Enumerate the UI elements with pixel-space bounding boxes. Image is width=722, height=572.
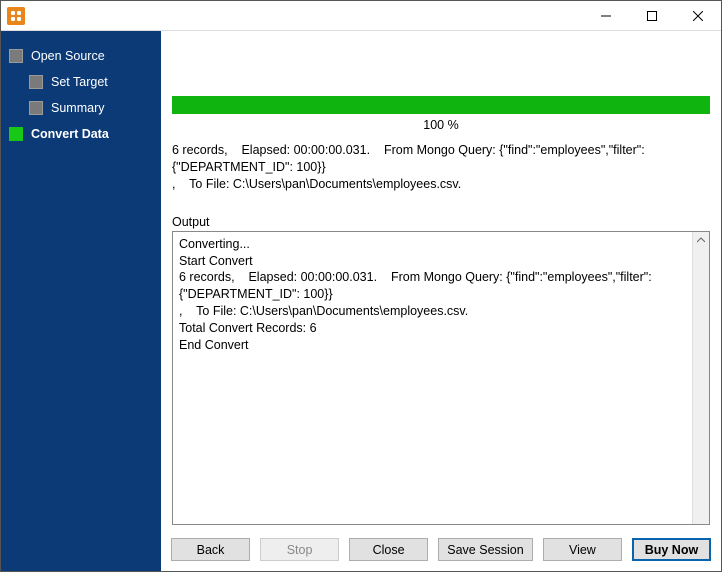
view-button[interactable]: View — [543, 538, 622, 561]
summary-text: 6 records, Elapsed: 00:00:00.031. From M… — [172, 142, 710, 193]
step-box-icon — [9, 49, 23, 63]
sidebar-item-label: Convert Data — [31, 127, 109, 141]
output-textarea[interactable]: Converting... Start Convert 6 records, E… — [173, 232, 692, 524]
step-box-icon — [29, 101, 43, 115]
content-inner: 100 % 6 records, Elapsed: 00:00:00.031. … — [171, 39, 711, 526]
window-controls — [583, 1, 721, 30]
app-icon — [7, 7, 25, 25]
sidebar-item-summary[interactable]: Summary — [1, 95, 161, 121]
content-area: 100 % 6 records, Elapsed: 00:00:00.031. … — [161, 31, 721, 571]
step-box-icon — [29, 75, 43, 89]
output-scrollbar[interactable] — [692, 232, 709, 524]
back-button[interactable]: Back — [171, 538, 250, 561]
step-box-icon — [9, 127, 23, 141]
app-window: Open Source Set Target Summary Convert D… — [0, 0, 722, 572]
close-button[interactable]: Close — [349, 538, 428, 561]
sidebar-item-label: Set Target — [51, 75, 108, 89]
close-window-button[interactable] — [675, 1, 721, 30]
button-row: Back Stop Close Save Session View Buy No… — [171, 538, 711, 563]
progress-bar — [172, 96, 710, 114]
sidebar: Open Source Set Target Summary Convert D… — [1, 31, 161, 571]
titlebar — [1, 1, 721, 31]
minimize-button[interactable] — [583, 1, 629, 30]
sidebar-item-label: Summary — [51, 101, 104, 115]
sidebar-item-open-source[interactable]: Open Source — [1, 43, 161, 69]
stop-button: Stop — [260, 538, 339, 561]
maximize-button[interactable] — [629, 1, 675, 30]
buy-now-button[interactable]: Buy Now — [632, 538, 711, 561]
body: Open Source Set Target Summary Convert D… — [1, 31, 721, 571]
save-session-button[interactable]: Save Session — [438, 538, 533, 561]
sidebar-item-convert-data[interactable]: Convert Data — [1, 121, 161, 147]
output-label: Output — [172, 215, 710, 229]
output-box: Converting... Start Convert 6 records, E… — [172, 231, 710, 525]
sidebar-item-label: Open Source — [31, 49, 105, 63]
sidebar-item-set-target[interactable]: Set Target — [1, 69, 161, 95]
scroll-up-icon[interactable] — [693, 232, 710, 249]
progress-label: 100 % — [172, 118, 710, 132]
